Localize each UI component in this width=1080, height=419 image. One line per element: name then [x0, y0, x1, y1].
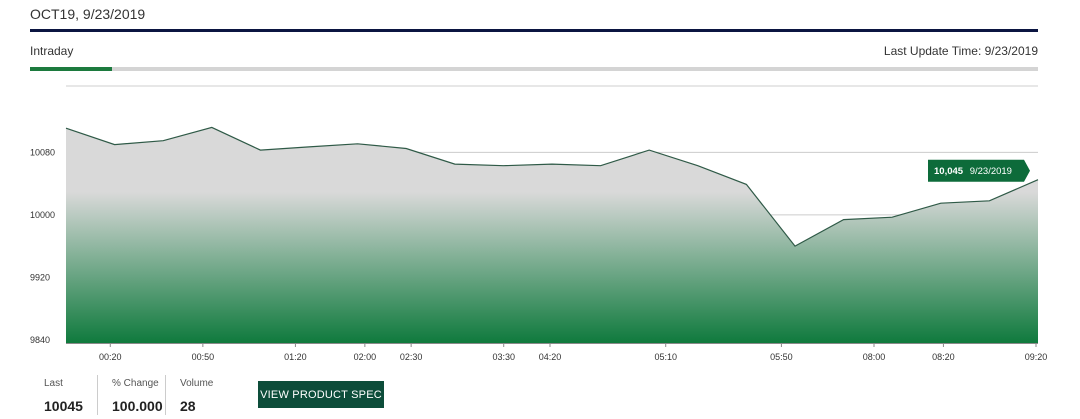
- last-update-time: Last Update Time: 9/23/2019: [883, 44, 1038, 58]
- x-tick-label: 02:30: [400, 352, 423, 362]
- contract-title: OCT19, 9/23/2019: [30, 6, 146, 22]
- x-tick-label: 08:00: [863, 352, 886, 362]
- x-tick-label: 01:20: [284, 352, 307, 362]
- stat-last: Last 10045: [30, 375, 98, 415]
- tab-intraday[interactable]: Intraday: [30, 44, 73, 58]
- tab-active-indicator: [30, 67, 112, 71]
- x-tick-label: 02:00: [354, 352, 377, 362]
- stat-volume: Volume 28: [166, 375, 234, 415]
- tooltip-value: 10,045: [934, 166, 964, 177]
- x-tick-label: 03:30: [492, 352, 515, 362]
- tooltip-date: 9/23/2019: [970, 166, 1012, 177]
- x-tick-label: 08:20: [932, 352, 955, 362]
- y-tick-label: 9840: [30, 335, 50, 345]
- stat-last-value: 10045: [44, 398, 83, 414]
- x-tick-label: 05:10: [654, 352, 677, 362]
- intraday-price-chart: 10080 10000 9920 9840 00:20 00:50 01:20 02:00 02…: [30, 85, 1048, 362]
- x-tick-label: 00:50: [192, 352, 215, 362]
- stat-change-label: % Change: [112, 378, 159, 389]
- x-tick-label: 00:20: [99, 352, 122, 362]
- stat-change-value: 100.000: [112, 398, 163, 414]
- stats-bar: Last 10045 % Change 100.000 Volume 28: [30, 375, 234, 419]
- x-tick-label: 05:50: [770, 352, 793, 362]
- x-tick-label: 09:20: [1025, 352, 1048, 362]
- title-divider: [30, 29, 1038, 32]
- view-product-spec-button[interactable]: VIEW PRODUCT SPEC: [258, 381, 384, 408]
- page: OCT19, 9/23/2019 Intraday Last Update Ti…: [0, 0, 1080, 419]
- price-tooltip: 10,045 9/23/2019: [928, 159, 1030, 182]
- y-tick-label: 10000: [30, 210, 55, 220]
- stat-change: % Change 100.000: [98, 375, 166, 415]
- y-tick-label: 10080: [30, 147, 55, 157]
- stat-volume-label: Volume: [180, 378, 214, 389]
- stat-last-label: Last: [44, 378, 63, 389]
- y-tick-label: 9920: [30, 272, 50, 282]
- stat-volume-value: 28: [180, 398, 196, 414]
- tooltip-text: 10,045 9/23/2019: [934, 166, 1012, 177]
- area-fill: [66, 127, 1038, 344]
- tab-track: [30, 67, 1038, 71]
- x-tick-label: 04:20: [539, 352, 562, 362]
